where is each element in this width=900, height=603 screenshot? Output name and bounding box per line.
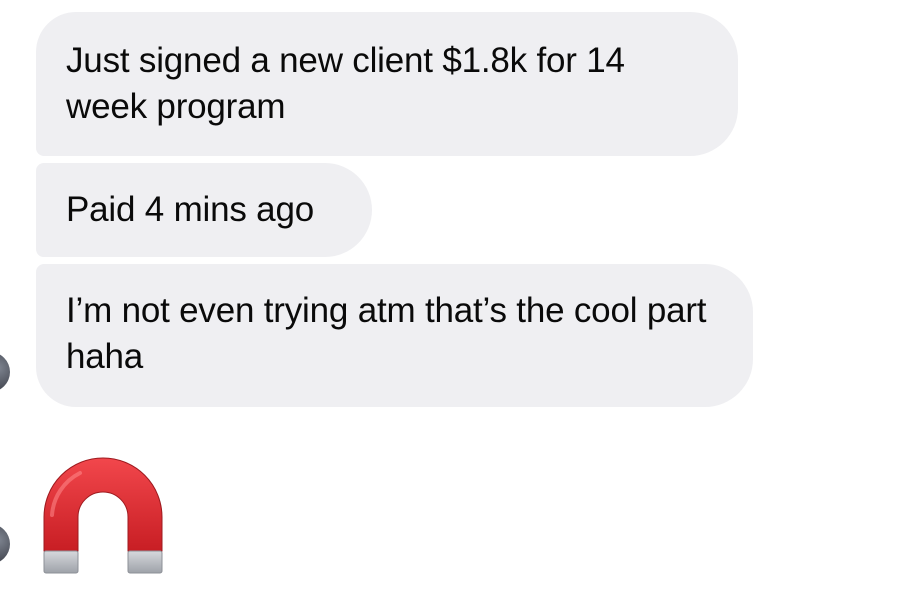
message-text: Just signed a new client $1.8k for 14 we… [66, 41, 625, 126]
avatar[interactable] [0, 524, 10, 564]
message-text: I’m not even trying atm that’s the cool … [66, 291, 707, 376]
message-text: Paid 4 mins ago [66, 190, 314, 229]
message-thread: Just signed a new client $1.8k for 14 we… [0, 0, 900, 603]
avatar[interactable] [0, 352, 10, 392]
message-bubble[interactable]: I’m not even trying atm that’s the cool … [36, 264, 753, 407]
magnet-icon[interactable] [40, 455, 166, 579]
message-bubble[interactable]: Just signed a new client $1.8k for 14 we… [36, 12, 738, 156]
message-bubble[interactable]: Paid 4 mins ago [36, 163, 372, 257]
